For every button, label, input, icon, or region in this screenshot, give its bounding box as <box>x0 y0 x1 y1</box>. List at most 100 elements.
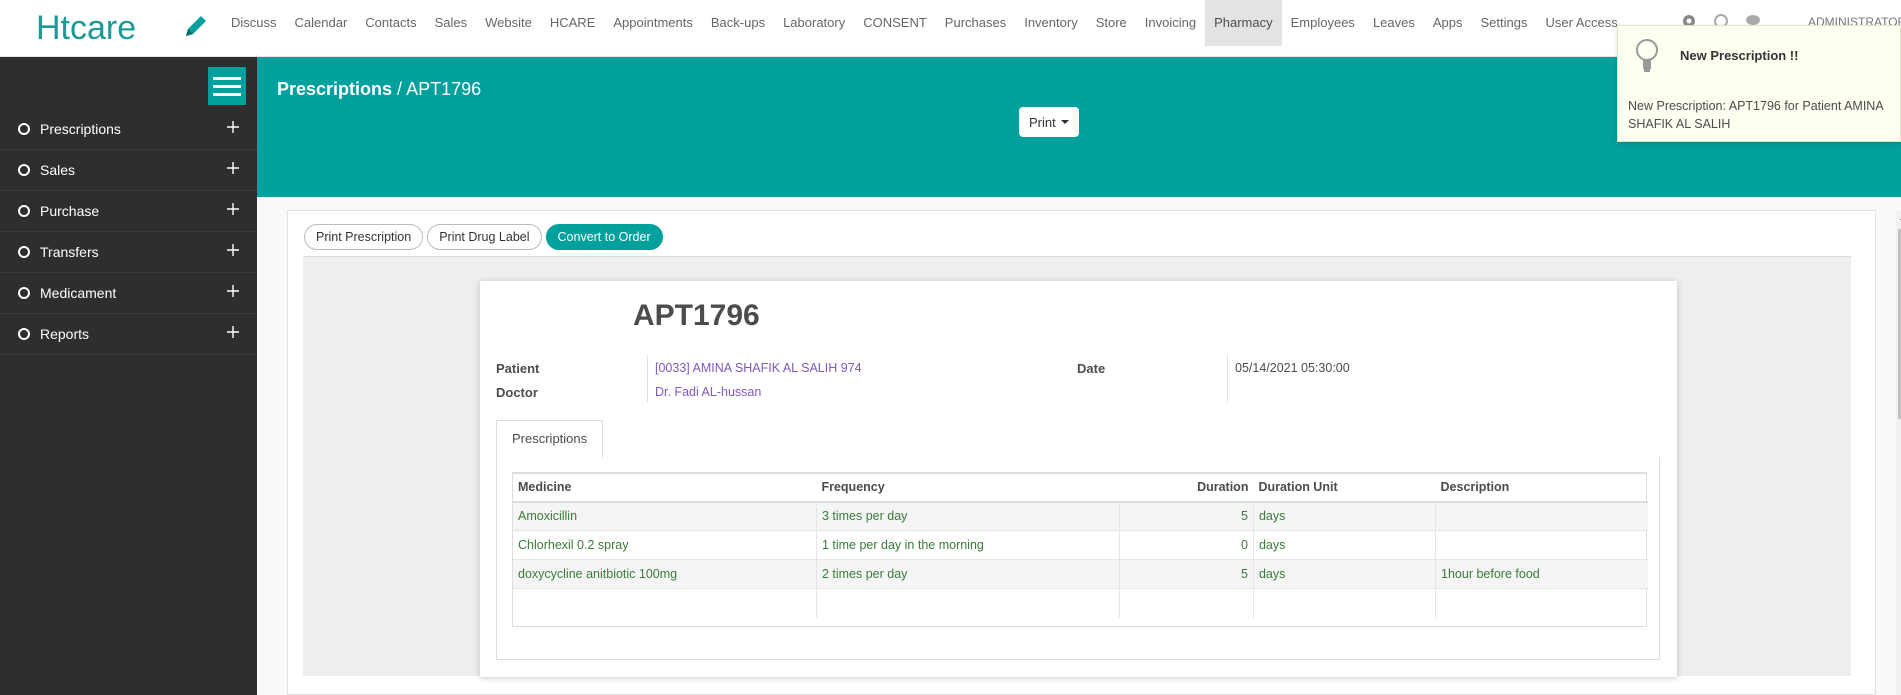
nav-item-store[interactable]: Store <box>1087 0 1136 46</box>
top-navbar: Htcare Discuss Calendar Contacts Sales Websi… <box>0 0 1901 57</box>
app-logo[interactable]: Htcare <box>36 8 156 48</box>
table-row[interactable]: Amoxicillin 3 times per day 5 days <box>513 501 1648 531</box>
nav-item-pharmacy[interactable]: Pharmacy <box>1205 0 1282 46</box>
sidebar-item-sales[interactable]: Sales <box>0 150 257 191</box>
field-divider <box>1227 355 1228 403</box>
cell-description[interactable]: 1hour before food <box>1435 559 1648 589</box>
cell-frequency[interactable]: 2 times per day <box>815 559 1120 589</box>
nav-item-hcare[interactable]: HCARE <box>541 0 605 46</box>
content-area: Print Prescription Print Drug Label Conv… <box>257 197 1901 695</box>
nav-item-leaves[interactable]: Leaves <box>1364 0 1424 46</box>
sheet-background: APT1796 Patient [0033] AMINA SHAFIK AL S… <box>303 256 1851 677</box>
cell-description[interactable] <box>1435 530 1648 560</box>
nav-item-appointments[interactable]: Appointments <box>604 0 702 46</box>
empty-cell[interactable] <box>1119 588 1254 618</box>
cell-duration[interactable]: 5 <box>1119 501 1254 531</box>
main-menu: Discuss Calendar Contacts Sales Website HCARE… <box>222 0 1627 46</box>
table-row[interactable]: doxycycline anitbiotic 100mg 2 times per … <box>513 559 1648 589</box>
empty-cell[interactable] <box>1252 588 1436 618</box>
plus-icon[interactable] <box>225 119 241 135</box>
record-title: APT1796 <box>633 299 760 332</box>
column-header[interactable]: Description <box>1435 473 1648 503</box>
nav-item-purchases[interactable]: Purchases <box>936 0 1015 46</box>
notification-body: New Prescription: APT1796 for Patient AM… <box>1628 99 1883 131</box>
nav-item-calendar[interactable]: Calendar <box>286 0 357 46</box>
prescriptions-tab-pane: Medicine Frequency Duration Duration Unit De… <box>496 457 1660 660</box>
sidebar-item-medicament[interactable]: Medicament <box>0 273 257 314</box>
breadcrumb: Prescriptions / APT1796 <box>277 79 481 100</box>
doctor-field[interactable]: Dr. Fadi AL-hussan <box>655 385 761 399</box>
cell-frequency[interactable]: 3 times per day <box>815 501 1120 531</box>
plus-icon[interactable] <box>225 242 241 258</box>
nav-item-sales[interactable]: Sales <box>426 0 477 46</box>
scrollbar[interactable] <box>1896 211 1901 695</box>
cell-unit[interactable]: days <box>1252 530 1436 560</box>
sidebar-menu: Prescriptions Sales Purchase Transfers Medic… <box>0 109 257 355</box>
nav-item-settings[interactable]: Settings <box>1472 0 1537 46</box>
cell-unit[interactable]: days <box>1252 559 1436 589</box>
patient-field[interactable]: [0033] AMINA SHAFIK AL SALIH 974 <box>655 361 862 375</box>
nav-item-laboratory[interactable]: Laboratory <box>774 0 854 46</box>
empty-cell[interactable] <box>1435 588 1648 618</box>
nav-item-user-access[interactable]: User Access <box>1536 0 1626 46</box>
column-header[interactable]: Medicine <box>513 473 817 503</box>
prescription-lines-table: Medicine Frequency Duration Duration Unit De… <box>513 473 1648 618</box>
pencil-icon[interactable] <box>180 10 212 42</box>
lightbulb-icon <box>1634 38 1660 74</box>
sidebar-item-label: Purchase <box>40 203 100 219</box>
form-sheet: APT1796 Patient [0033] AMINA SHAFIK AL S… <box>480 281 1677 677</box>
notification-title: New Prescription !! <box>1680 48 1799 63</box>
sidebar-item-label: Sales <box>40 162 76 178</box>
cell-unit[interactable]: days <box>1252 501 1436 531</box>
cell-medicine[interactable]: Chlorhexil 0.2 spray <box>513 530 817 560</box>
cell-frequency[interactable]: 1 time per day in the morning <box>815 530 1120 560</box>
sidebar-item-purchase[interactable]: Purchase <box>0 191 257 232</box>
print-drug-label-button[interactable]: Print Drug Label <box>427 224 542 250</box>
nav-item-website[interactable]: Website <box>476 0 541 46</box>
sidebar-item-reports[interactable]: Reports <box>0 314 257 355</box>
empty-cell[interactable] <box>815 588 1120 618</box>
plus-icon[interactable] <box>225 283 241 299</box>
table-row[interactable]: Chlorhexil 0.2 spray 1 time per day in th… <box>513 530 1648 560</box>
sidebar-item-prescriptions[interactable]: Prescriptions <box>0 109 257 150</box>
sidebar-item-label: Reports <box>40 326 90 342</box>
nav-item-invoicing[interactable]: Invoicing <box>1136 0 1205 46</box>
prescription-lines: Medicine Frequency Duration Duration Unit De… <box>512 472 1648 627</box>
nav-item-inventory[interactable]: Inventory <box>1015 0 1086 46</box>
nav-item-apps[interactable]: Apps <box>1424 0 1472 46</box>
sidebar-item-label: Prescriptions <box>40 121 121 137</box>
cell-medicine[interactable]: doxycycline anitbiotic 100mg <box>513 559 817 589</box>
column-header[interactable]: Duration Unit <box>1253 473 1436 503</box>
plus-icon[interactable] <box>225 201 241 217</box>
cell-duration[interactable]: 5 <box>1119 559 1254 589</box>
sidebar: Prescriptions Sales Purchase Transfers Medic… <box>0 57 257 695</box>
empty-cell[interactable] <box>513 588 817 618</box>
nav-item-consent[interactable]: CONSENT <box>854 0 936 46</box>
nav-item-discuss[interactable]: Discuss <box>222 0 286 46</box>
field-divider <box>647 355 648 403</box>
print-prescription-button[interactable]: Print Prescription <box>304 224 424 250</box>
cell-medicine[interactable]: Amoxicillin <box>513 501 817 531</box>
column-header[interactable]: Duration <box>1119 473 1254 503</box>
statusbar: Print Prescription Print Drug Label Conv… <box>304 224 663 250</box>
column-header[interactable]: Frequency <box>816 473 1120 503</box>
sidebar-item-transfers[interactable]: Transfers <box>0 232 257 273</box>
hamburger-icon[interactable] <box>208 67 246 105</box>
nav-item-contacts[interactable]: Contacts <box>356 0 425 46</box>
nav-item-back-ups[interactable]: Back-ups <box>702 0 774 46</box>
convert-to-order-button[interactable]: Convert to Order <box>545 224 663 250</box>
cell-duration[interactable]: 0 <box>1119 530 1254 560</box>
plus-icon[interactable] <box>225 324 241 340</box>
plus-icon[interactable] <box>225 160 241 176</box>
notification-toast[interactable]: New Prescription !! New Prescription: AP… <box>1617 25 1901 142</box>
nav-item-employees[interactable]: Employees <box>1282 0 1364 46</box>
circle-icon <box>18 246 30 258</box>
date-field[interactable]: 05/14/2021 05:30:00 <box>1235 361 1350 375</box>
cell-description[interactable] <box>1435 501 1648 531</box>
empty-row[interactable] <box>513 588 1648 618</box>
print-dropdown-button[interactable]: Print <box>1019 107 1079 137</box>
tab-prescriptions[interactable]: Prescriptions <box>496 420 604 458</box>
print-label: Print <box>1029 114 1056 130</box>
breadcrumb-separator: / <box>392 79 407 99</box>
breadcrumb-prescriptions[interactable]: Prescriptions <box>277 79 392 99</box>
